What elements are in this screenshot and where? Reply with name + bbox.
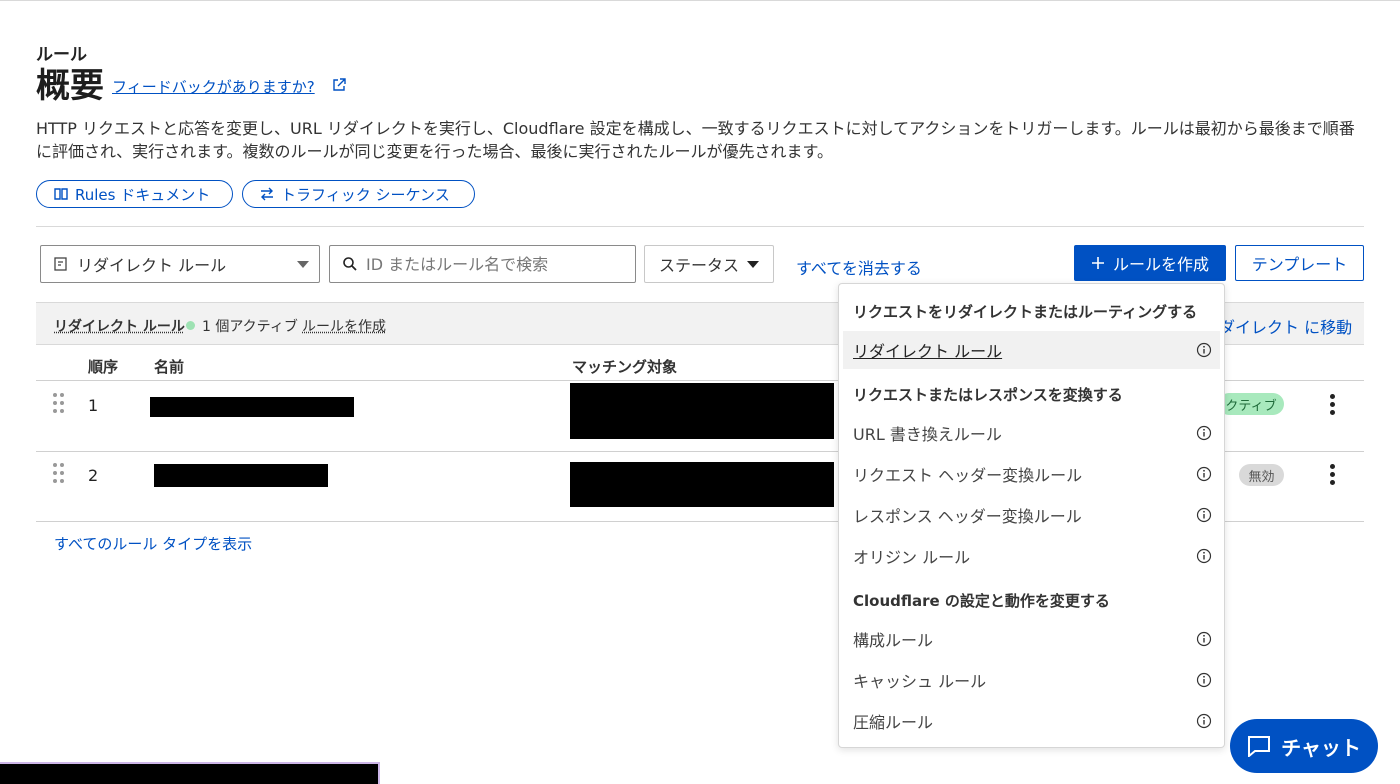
- menu-item-redirect-rules[interactable]: リダイレクト ルール: [843, 331, 1220, 369]
- create-rule-button[interactable]: ルールを作成: [1074, 245, 1226, 281]
- menu-item-url-rewrite[interactable]: URL 書き換えルール: [843, 414, 1220, 452]
- column-name: 名前: [154, 358, 185, 376]
- rule-order: 1: [88, 396, 99, 415]
- rule-type-value: リダイレクト ルール: [77, 256, 227, 275]
- status-badge: 無効: [1239, 464, 1284, 486]
- page-title: 概要: [36, 66, 104, 106]
- info-icon[interactable]: [1196, 466, 1212, 482]
- swap-arrows-icon: [261, 187, 273, 201]
- clear-all-link[interactable]: すべてを消去する: [796, 255, 922, 279]
- info-icon[interactable]: [1196, 713, 1212, 729]
- template-button[interactable]: テンプレート: [1235, 245, 1364, 281]
- active-dot-icon: [186, 321, 195, 330]
- menu-section-heading: Cloudflare の設定と動作を変更する: [853, 592, 1110, 610]
- menu-item-origin-rules[interactable]: オリジン ルール: [843, 537, 1220, 575]
- chevron-down-icon: [297, 261, 309, 268]
- breadcrumb: ルール: [36, 45, 87, 65]
- search-input[interactable]: [366, 254, 626, 274]
- menu-item-label: リダイレクト ルール: [853, 342, 1003, 361]
- column-order: 順序: [88, 358, 119, 376]
- column-match: マッチング対象: [572, 358, 678, 376]
- menu-item-label: URL 書き換えルール: [853, 425, 1002, 444]
- menu-item-compression-rules[interactable]: 圧縮ルール: [843, 702, 1220, 740]
- menu-item-label: レスポンス ヘッダー変換ルール: [853, 507, 1082, 526]
- chat-button[interactable]: チャット: [1230, 719, 1378, 773]
- search-icon: [343, 257, 357, 271]
- feedback-link[interactable]: フィードバックがありますか?: [112, 76, 315, 97]
- rule-type-select[interactable]: リダイレクト ルール: [40, 245, 320, 283]
- traffic-sequence-label: トラフィック シーケンス: [281, 185, 450, 204]
- external-link-icon: [333, 78, 346, 91]
- traffic-sequence-button[interactable]: トラフィック シーケンス: [242, 180, 475, 208]
- page-description: HTTP リクエストと応答を変更し、URL リダイレクトを実行し、Cloudfl…: [36, 119, 1355, 161]
- rule-order: 2: [88, 466, 99, 485]
- redacted-rule-name: [150, 397, 354, 417]
- menu-item-label: キャッシュ ルール: [853, 672, 987, 691]
- caret-down-icon: [747, 261, 759, 268]
- rules-docs-button[interactable]: Rules ドキュメント: [36, 180, 233, 208]
- search-field[interactable]: [329, 245, 636, 283]
- menu-item-label: 圧縮ルール: [853, 713, 934, 732]
- info-icon[interactable]: [1196, 507, 1212, 523]
- section-divider: [36, 226, 1364, 227]
- menu-section-heading: リクエストをリダイレクトまたはルーティングする: [853, 303, 1198, 321]
- top-border: [0, 0, 1400, 2]
- redacted-bottom-bar: [0, 762, 380, 784]
- more-options-icon[interactable]: [1330, 464, 1336, 486]
- info-icon[interactable]: [1196, 548, 1212, 564]
- menu-section-heading: リクエストまたはレスポンスを変換する: [853, 386, 1123, 404]
- chat-label: チャット: [1281, 735, 1361, 760]
- rules-docs-label: Rules ドキュメント: [75, 185, 211, 204]
- rule-document-icon: [54, 257, 67, 271]
- create-rule-menu: リクエストをリダイレクトまたはルーティングする リダイレクト ルール リクエスト…: [838, 283, 1225, 748]
- drag-handle-icon[interactable]: [53, 393, 65, 415]
- redacted-match-expression: [570, 462, 834, 507]
- menu-item-request-header[interactable]: リクエスト ヘッダー変換ルール: [843, 455, 1220, 493]
- chat-bubble-icon: [1248, 736, 1271, 757]
- menu-item-label: オリジン ルール: [853, 548, 971, 567]
- more-options-icon[interactable]: [1330, 394, 1336, 416]
- menu-item-config-rules[interactable]: 構成ルール: [843, 620, 1220, 658]
- status-filter[interactable]: ステータス: [644, 245, 774, 283]
- redacted-rule-name: [154, 464, 328, 487]
- status-badge: クティブ: [1218, 393, 1284, 415]
- menu-item-response-header[interactable]: レスポンス ヘッダー変換ルール: [843, 496, 1220, 534]
- show-all-rule-types-link[interactable]: すべてのルール タイプを表示: [54, 533, 252, 554]
- info-icon[interactable]: [1196, 631, 1212, 647]
- book-icon: [54, 188, 68, 200]
- goto-redirect-link[interactable]: ダイレクト に移動: [1219, 314, 1352, 338]
- plus-icon: [1091, 257, 1104, 269]
- info-icon[interactable]: [1196, 425, 1212, 441]
- create-rule-link[interactable]: ルールを作成: [302, 316, 386, 336]
- menu-item-label: リクエスト ヘッダー変換ルール: [853, 466, 1083, 485]
- info-icon[interactable]: [1196, 672, 1212, 688]
- menu-item-cache-rules[interactable]: キャッシュ ルール: [843, 661, 1220, 699]
- info-icon[interactable]: [1196, 342, 1212, 358]
- drag-handle-icon[interactable]: [53, 463, 65, 485]
- rule-group-title[interactable]: リダイレクト ルール: [54, 316, 185, 336]
- active-count: 1 個アクティブ: [202, 319, 298, 335]
- menu-item-label: 構成ルール: [853, 631, 934, 650]
- status-filter-label: ステータス: [659, 256, 740, 275]
- redacted-match-expression: [570, 383, 834, 439]
- create-rule-label: ルールを作成: [1112, 255, 1209, 274]
